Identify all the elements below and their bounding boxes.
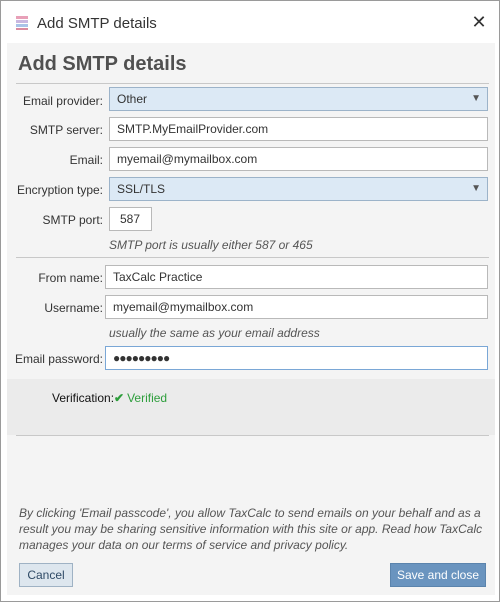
page-title: Add SMTP details: [18, 53, 187, 75]
close-icon[interactable]: ✕: [467, 11, 491, 35]
encryption-type-select[interactable]: SSL/TLS ▼: [109, 177, 488, 201]
username-field[interactable]: myemail@mymailbox.com: [105, 295, 488, 319]
smtp-port-hint: SMTP port is usually either 587 or 465: [109, 238, 313, 252]
title-bar: Add SMTP details ✕: [1, 1, 499, 43]
section-divider: [16, 257, 489, 258]
smtp-dialog-window: Add SMTP details ✕ Add SMTP details Emai…: [0, 0, 500, 602]
username-hint: usually the same as your email address: [109, 326, 320, 340]
check-icon: ✔: [114, 391, 125, 405]
verification-label: Verification:: [52, 391, 115, 405]
smtp-port-label: SMTP port:: [42, 213, 103, 227]
encryption-type-value: SSL/TLS: [117, 182, 166, 196]
verification-divider: [16, 435, 489, 436]
chevron-down-icon: ▼: [471, 183, 481, 194]
from-name-label: From name:: [38, 271, 103, 285]
smtp-server-label: SMTP server:: [29, 123, 103, 137]
encryption-type-label: Encryption type:: [16, 183, 103, 197]
chevron-down-icon: ▼: [471, 93, 481, 104]
email-field[interactable]: myemail@mymailbox.com: [109, 147, 488, 171]
window-title: Add SMTP details: [37, 15, 157, 32]
email-password-field[interactable]: ●●●●●●●●●: [105, 346, 488, 370]
heading-divider: [16, 83, 489, 84]
email-provider-label: Email provider:: [22, 94, 103, 108]
smtp-server-field[interactable]: SMTP.MyEmailProvider.com: [109, 117, 488, 141]
email-password-label: Email password:: [14, 352, 103, 366]
smtp-port-field[interactable]: 587: [109, 207, 152, 231]
from-name-field[interactable]: TaxCalc Practice: [105, 265, 488, 289]
taxcalc-app-icon: [16, 16, 28, 30]
email-label: Email:: [69, 153, 103, 167]
verification-status: ✔ Verified: [114, 391, 167, 405]
save-and-close-button[interactable]: Save and close: [390, 563, 486, 587]
email-provider-select[interactable]: Other ▼: [109, 87, 488, 111]
privacy-disclaimer: By clicking 'Email passcode', you allow …: [19, 506, 483, 552]
verification-panel: Verification: ✔ Verified: [7, 379, 495, 435]
cancel-button[interactable]: Cancel: [19, 563, 73, 587]
verification-status-text: Verified: [127, 391, 168, 405]
smtp-form: Add SMTP details Email provider: Other ▼…: [7, 43, 495, 595]
email-provider-value: Other: [117, 92, 148, 106]
username-label: Username:: [44, 301, 103, 315]
